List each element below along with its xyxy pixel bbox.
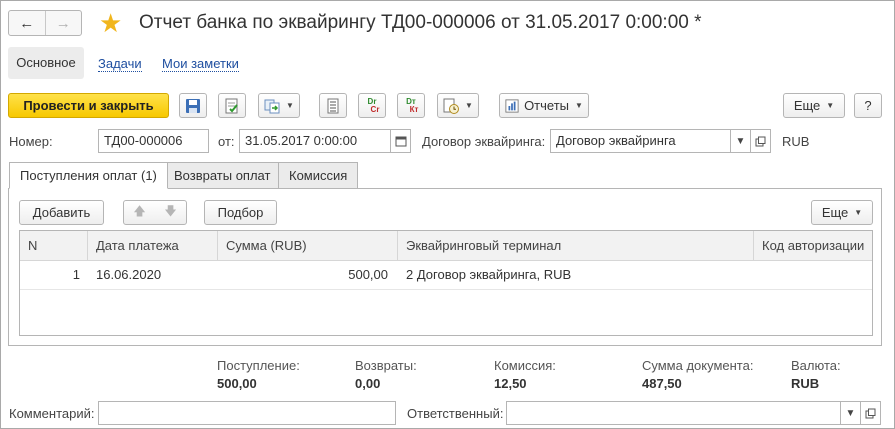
post-button[interactable] bbox=[218, 93, 246, 118]
table-row[interactable]: 1 16.06.2020 500,00 2 Договор эквайринга… bbox=[20, 261, 872, 290]
column-header-n[interactable]: N bbox=[20, 231, 88, 261]
currency-total-value: RUB bbox=[791, 376, 820, 391]
cell-n: 1 bbox=[72, 267, 80, 282]
more-label: Еще bbox=[793, 98, 821, 113]
navigation-buttons: ← → bbox=[8, 10, 82, 36]
chevron-down-icon: ▼ bbox=[575, 101, 583, 110]
create-based-on-button[interactable]: ▼ bbox=[258, 93, 300, 118]
more-button[interactable]: Еще ▼ bbox=[783, 93, 845, 118]
section-tasks[interactable]: Задачи bbox=[98, 56, 142, 72]
document-sum-value: 487,50 bbox=[642, 376, 682, 391]
help-button[interactable]: ? bbox=[854, 93, 882, 118]
column-header-auth-code[interactable]: Код авторизации bbox=[754, 231, 872, 261]
dr-cr-icon: Dr Cr bbox=[367, 96, 380, 114]
chevron-down-icon: ▼ bbox=[826, 101, 835, 110]
document-journal-button[interactable] bbox=[319, 93, 347, 118]
contract-open-button[interactable] bbox=[750, 129, 771, 153]
receipt-total-value: 500,00 bbox=[217, 376, 257, 391]
responsible-dropdown-button[interactable]: ▼ bbox=[840, 401, 861, 425]
table-more-label: Еще bbox=[821, 205, 849, 220]
add-button[interactable]: Добавить bbox=[19, 200, 104, 225]
currency-label: RUB bbox=[782, 134, 810, 149]
payments-table: N Дата платежа Сумма (RUB) Эквайринговый… bbox=[19, 230, 873, 336]
table-more-button[interactable]: Еще ▼ bbox=[811, 200, 873, 225]
contract-field[interactable]: Договор эквайринга bbox=[550, 129, 731, 153]
arrow-right-icon: → bbox=[55, 14, 71, 32]
comment-label: Комментарий: bbox=[9, 406, 95, 421]
reports-button[interactable]: Отчеты ▼ bbox=[499, 93, 589, 118]
chevron-down-icon: ▼ bbox=[854, 208, 863, 217]
tab-payment-returns[interactable]: Возвраты оплат bbox=[163, 162, 282, 189]
tab-payment-receipts[interactable]: Поступления оплат (1) bbox=[9, 162, 168, 189]
section-notes[interactable]: Мои заметки bbox=[162, 56, 239, 72]
back-button[interactable]: ← bbox=[9, 11, 46, 35]
related-documents-button[interactable]: ▼ bbox=[437, 93, 479, 118]
contract-label: Договор эквайринга: bbox=[422, 134, 546, 149]
cell-auth-code bbox=[762, 261, 872, 289]
arrow-left-icon: ← bbox=[19, 14, 35, 32]
calendar-button[interactable] bbox=[390, 129, 411, 153]
returns-total-label: Возвраты: bbox=[355, 358, 417, 373]
date-field[interactable]: 31.05.2017 0:00:00 bbox=[239, 129, 391, 153]
tab-commission[interactable]: Комиссия bbox=[278, 162, 359, 189]
arrow-down-icon[interactable]: 🡇 bbox=[164, 202, 176, 223]
document-window: ← → ★ Отчет банка по эквайрингу ТД00-000… bbox=[0, 0, 895, 429]
column-header-terminal[interactable]: Эквайринговый терминал bbox=[398, 231, 754, 261]
forward-button[interactable]: → bbox=[46, 11, 82, 35]
chevron-down-icon: ▼ bbox=[286, 101, 294, 110]
commission-total-label: Комиссия: bbox=[494, 358, 556, 373]
date-label: от: bbox=[218, 134, 235, 149]
contract-dropdown-button[interactable]: ▼ bbox=[730, 129, 751, 153]
open-window-icon bbox=[755, 136, 766, 146]
calendar-icon bbox=[395, 136, 406, 147]
number-label: Номер: bbox=[9, 134, 53, 149]
cell-terminal: 2 Договор эквайринга, RUB bbox=[406, 267, 572, 282]
cell-sum: 500,00 bbox=[348, 267, 388, 282]
reports-icon bbox=[505, 98, 519, 113]
document-sum-label: Сумма документа: bbox=[642, 358, 754, 373]
create-based-on-icon bbox=[264, 99, 280, 113]
move-buttons: 🡅 🡇 bbox=[123, 200, 187, 225]
post-and-close-button[interactable]: Провести и закрыть bbox=[8, 93, 169, 118]
journal-list-icon bbox=[327, 98, 339, 113]
save-button[interactable] bbox=[179, 93, 207, 118]
arrow-up-icon[interactable]: 🡅 bbox=[133, 202, 145, 223]
accounting-entries-button[interactable]: Dr Cr bbox=[358, 93, 386, 118]
table-header: N Дата платежа Сумма (RUB) Эквайринговый… bbox=[20, 231, 872, 261]
page-title: Отчет банка по эквайрингу ТД00-000006 от… bbox=[139, 12, 702, 33]
favorite-star-icon[interactable]: ★ bbox=[99, 9, 122, 37]
open-window-icon bbox=[865, 408, 876, 418]
document-clock-icon bbox=[443, 98, 460, 114]
tax-entries-button[interactable]: Dт Кт bbox=[397, 93, 425, 118]
dt-kt-icon: Dт Кт bbox=[406, 96, 419, 114]
column-header-date[interactable]: Дата платежа bbox=[88, 231, 218, 261]
column-header-sum[interactable]: Сумма (RUB) bbox=[218, 231, 398, 261]
chevron-down-icon: ▼ bbox=[465, 101, 473, 110]
receipt-total-label: Поступление: bbox=[217, 358, 300, 373]
commission-total-value: 12,50 bbox=[494, 376, 527, 391]
chevron-down-icon: ▼ bbox=[845, 407, 856, 419]
returns-total-value: 0,00 bbox=[355, 376, 381, 391]
chevron-down-icon: ▼ bbox=[735, 135, 746, 147]
comment-field[interactable] bbox=[98, 401, 396, 425]
section-main[interactable]: Основное bbox=[8, 47, 84, 79]
reports-label: Отчеты bbox=[524, 98, 569, 113]
pick-button[interactable]: Подбор bbox=[204, 200, 277, 225]
post-document-icon bbox=[225, 98, 238, 113]
responsible-field[interactable] bbox=[506, 401, 841, 425]
responsible-open-button[interactable] bbox=[860, 401, 881, 425]
number-field[interactable]: ТД00-000006 bbox=[98, 129, 209, 153]
responsible-label: Ответственный: bbox=[407, 406, 504, 421]
currency-total-label: Валюта: bbox=[791, 358, 841, 373]
cell-date: 16.06.2020 bbox=[96, 267, 162, 282]
save-icon bbox=[186, 98, 200, 113]
